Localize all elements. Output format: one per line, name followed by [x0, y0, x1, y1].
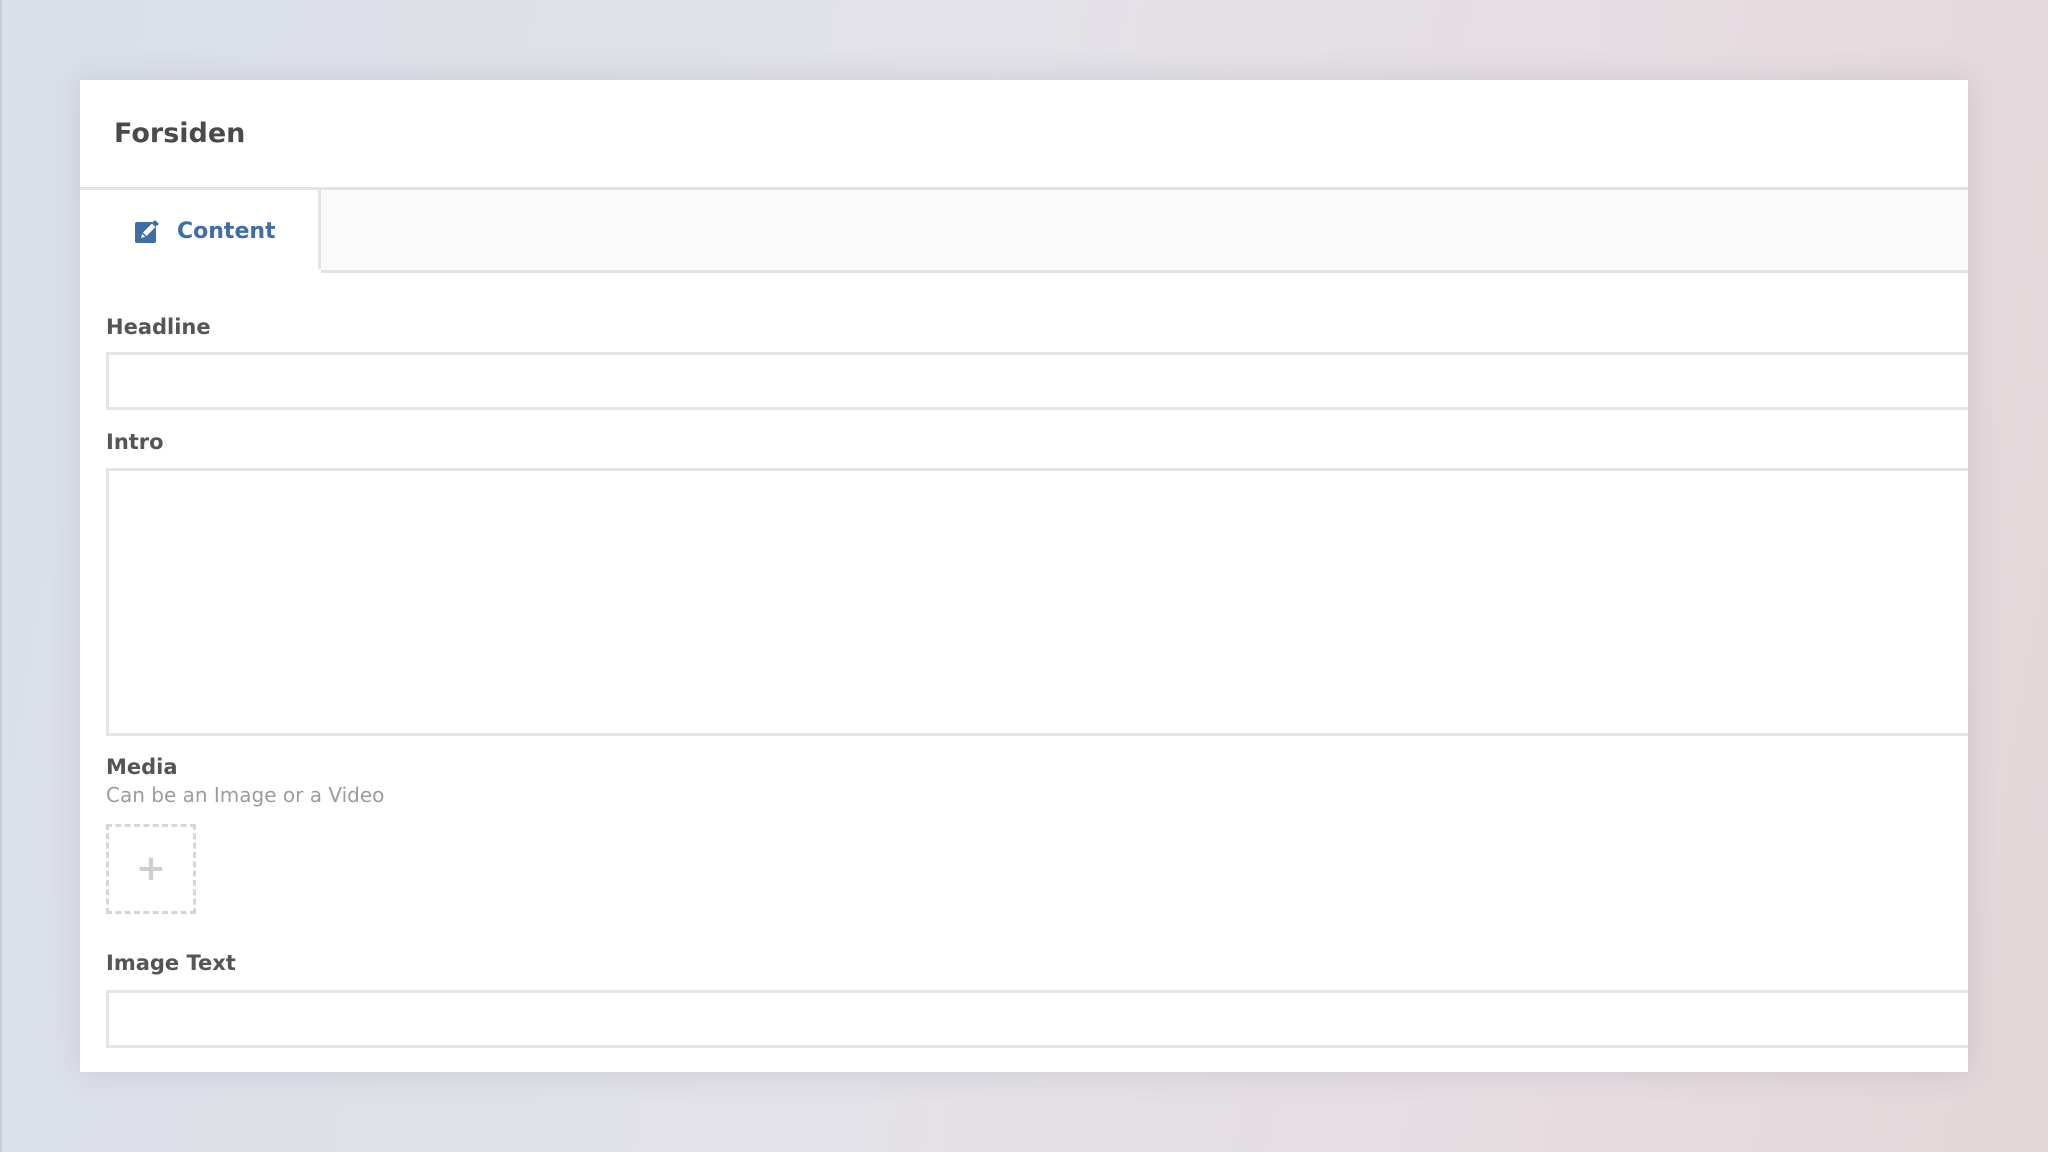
plus-icon: + — [135, 848, 167, 889]
panel-header: Forsiden — [80, 80, 1968, 190]
intro-label: Intro — [106, 430, 164, 454]
add-media-button[interactable]: + — [106, 824, 196, 914]
editor-panel: Forsiden Content Headline Intro Media Ca… — [80, 80, 1968, 1072]
media-help-text: Can be an Image or a Video — [106, 783, 385, 807]
image-text-label: Image Text — [106, 951, 236, 975]
media-label: Media — [106, 755, 178, 779]
headline-label: Headline — [106, 315, 211, 339]
window-left-edge — [0, 0, 2, 1152]
image-text-input[interactable] — [106, 990, 1968, 1048]
intro-textarea[interactable] — [106, 468, 1968, 736]
tab-content-label: Content — [177, 219, 276, 244]
page-title: Forsiden — [114, 118, 246, 149]
tab-content[interactable]: Content — [80, 190, 321, 273]
edit-icon — [134, 219, 160, 245]
tab-bar: Content — [80, 190, 1968, 273]
headline-input[interactable] — [106, 352, 1968, 410]
tab-selected-indicator — [80, 269, 321, 273]
